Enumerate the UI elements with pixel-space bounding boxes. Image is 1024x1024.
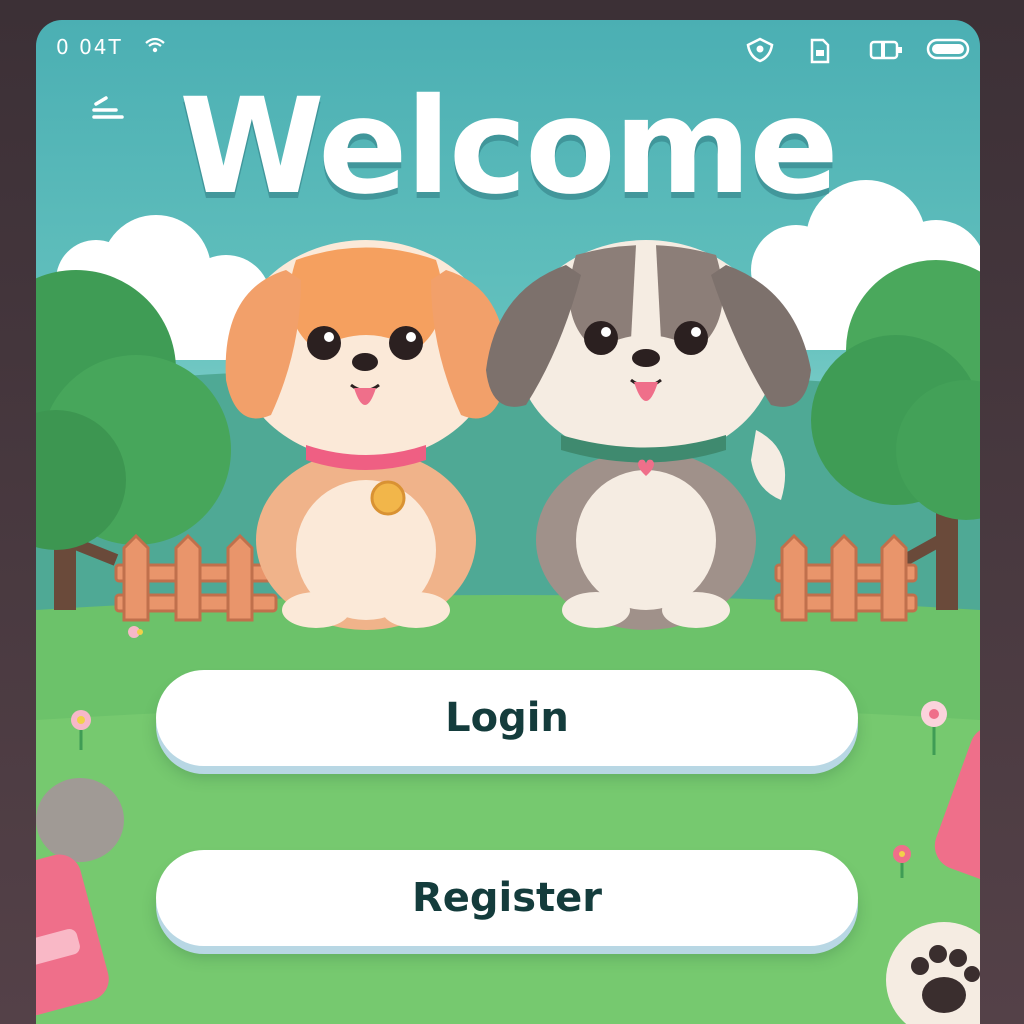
wifi-icon xyxy=(145,37,165,53)
status-bar: 0 04T xyxy=(36,20,980,76)
status-time: 0 04T xyxy=(56,35,123,59)
register-button[interactable]: Register xyxy=(156,850,858,946)
sim-card-icon xyxy=(810,38,830,64)
app-screen: 0 04T Welcome Login Register xyxy=(36,20,980,1024)
battery-icon xyxy=(926,38,970,60)
rock xyxy=(36,778,124,862)
register-button-label: Register xyxy=(411,875,603,921)
location-shield-icon xyxy=(746,37,774,63)
login-button[interactable]: Login xyxy=(156,670,858,766)
login-button-label: Login xyxy=(445,695,569,741)
page-title: Welcome xyxy=(179,70,839,224)
battery-saver-icon xyxy=(869,40,902,60)
